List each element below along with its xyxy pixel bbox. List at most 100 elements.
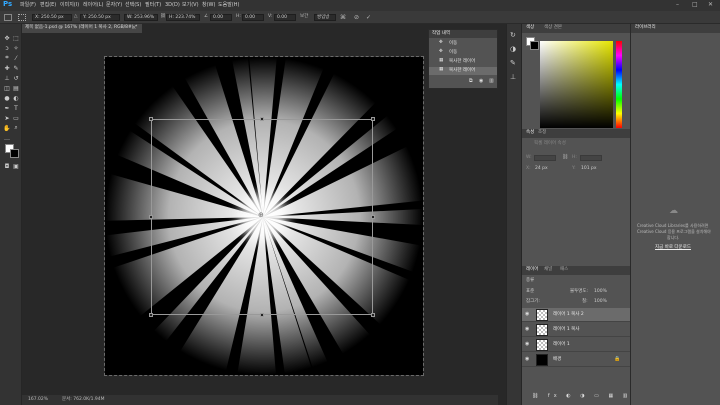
- transform-handle[interactable]: [260, 117, 264, 121]
- tab-adjustments[interactable]: 조정: [538, 130, 546, 136]
- history-item[interactable]: ▦ 복사한 레이어: [429, 58, 497, 66]
- y-field[interactable]: Y: 250.50 px: [80, 14, 120, 21]
- cancel-icon[interactable]: ⊘: [354, 15, 359, 21]
- menu-filter[interactable]: 필터(T): [145, 3, 161, 8]
- history-panel-icon[interactable]: ↻: [510, 32, 516, 39]
- history-item-selected[interactable]: ▦ 복사한 레이어: [429, 67, 497, 75]
- visibility-eye-icon[interactable]: ◉: [525, 357, 529, 362]
- visibility-eye-icon[interactable]: ◉: [525, 312, 529, 317]
- new-document-icon[interactable]: ⧉: [469, 79, 473, 84]
- layer-row[interactable]: ◉ 레이어 1: [522, 338, 630, 352]
- menu-help[interactable]: 도움말(H): [218, 3, 239, 8]
- healing-tool-icon[interactable]: ✚: [3, 64, 11, 72]
- delta-icon[interactable]: △: [74, 14, 77, 20]
- background-color-swatch[interactable]: [10, 149, 19, 158]
- x-input[interactable]: 24 px: [534, 166, 556, 172]
- history-brush-icon[interactable]: ↺: [12, 74, 20, 82]
- background-color-chip[interactable]: [530, 41, 539, 50]
- width-field[interactable]: W: 253.96%: [124, 14, 158, 21]
- transform-handle[interactable]: [371, 313, 375, 317]
- x-field[interactable]: X: 250.50 px: [32, 14, 72, 21]
- layer-row[interactable]: ◉ 배경 🔒: [522, 353, 630, 367]
- visibility-eye-icon[interactable]: ◉: [525, 327, 529, 332]
- history-item[interactable]: ✥ 이동: [429, 40, 497, 48]
- commit-icon[interactable]: ✓: [366, 15, 371, 21]
- hue-slider[interactable]: [616, 41, 622, 128]
- history-item[interactable]: ✥ 이동: [429, 49, 497, 57]
- snapshot-icon[interactable]: ◉: [479, 79, 483, 84]
- menu-3d[interactable]: 3D(D): [165, 3, 180, 8]
- link-icon[interactable]: ⛓: [562, 155, 568, 160]
- transform-icon[interactable]: [4, 14, 12, 21]
- menu-window[interactable]: 창(W): [202, 3, 215, 8]
- menu-file[interactable]: 파일(F): [20, 3, 36, 8]
- screen-mode-icon[interactable]: ▣: [12, 162, 20, 170]
- transform-handle[interactable]: [149, 313, 153, 317]
- v-skew-field[interactable]: 0.00: [274, 14, 296, 21]
- interpolation-select[interactable]: 쌍입방: [314, 14, 336, 21]
- warp-icon[interactable]: ⌘: [340, 15, 346, 21]
- shape-tool-icon[interactable]: ▭: [12, 114, 20, 122]
- lasso-tool-icon[interactable]: ↄ: [3, 44, 11, 52]
- tab-swatches[interactable]: 색상 견본: [544, 25, 562, 31]
- transform-handle[interactable]: [371, 117, 375, 121]
- y-input[interactable]: 101 px: [580, 166, 602, 172]
- type-tool-icon[interactable]: T: [12, 104, 20, 112]
- marquee-tool-icon[interactable]: ⬚: [12, 34, 20, 42]
- menu-image[interactable]: 이미지(I): [60, 3, 79, 8]
- opacity-field[interactable]: 100%: [594, 289, 607, 295]
- tab-color[interactable]: 색상: [526, 25, 534, 31]
- move-tool-icon[interactable]: ✥: [3, 34, 11, 42]
- tab-libraries[interactable]: 라이브러리: [635, 25, 656, 31]
- document-info[interactable]: 문서: 762.0K/1.94M: [62, 397, 104, 403]
- crop-tool-icon[interactable]: ⌗: [3, 54, 11, 62]
- magic-wand-icon[interactable]: ✧: [12, 44, 20, 52]
- download-link[interactable]: 지금 바로 다운로드: [655, 245, 691, 251]
- tab-properties[interactable]: 속성: [526, 130, 534, 136]
- angle-field[interactable]: 0.00: [210, 14, 232, 21]
- h-skew-field[interactable]: 0.00: [242, 14, 264, 21]
- menu-view[interactable]: 보기(V): [182, 3, 199, 8]
- blur-tool-icon[interactable]: ●: [3, 94, 11, 102]
- tab-channels[interactable]: 채널: [544, 267, 552, 273]
- menu-edit[interactable]: 편집(E): [40, 3, 56, 8]
- layer-row[interactable]: ◉ 레이어 1 복사 2: [522, 308, 630, 322]
- pen-tool-icon[interactable]: ✒: [3, 104, 11, 112]
- layers-footer-icons[interactable]: ⛓ fx ◐ ◑ ▭ ▦ ▥: [532, 394, 632, 399]
- pivot-point-icon[interactable]: ⊕: [258, 212, 264, 219]
- menu-type[interactable]: 문자(Y): [106, 3, 122, 8]
- brush-tool-icon[interactable]: ✎: [12, 64, 20, 72]
- zoom-level[interactable]: 167.02%: [28, 397, 48, 403]
- layer-filter-kind[interactable]: 종류: [526, 278, 534, 284]
- zoom-tool-icon[interactable]: ⌕: [12, 124, 20, 132]
- blend-mode-select[interactable]: 표준: [526, 289, 534, 295]
- color-panel-icon[interactable]: ◑: [510, 46, 516, 53]
- clone-panel-icon[interactable]: ⊥: [510, 74, 516, 81]
- tab-layers[interactable]: 레이어: [526, 267, 538, 273]
- path-select-icon[interactable]: ➤: [3, 114, 11, 122]
- transform-handle[interactable]: [260, 313, 264, 317]
- width-input[interactable]: [534, 155, 556, 161]
- brush-panel-icon[interactable]: ✎: [510, 60, 516, 67]
- color-field[interactable]: [540, 41, 613, 128]
- maximize-icon[interactable]: □: [692, 2, 698, 8]
- eraser-tool-icon[interactable]: ◫: [3, 84, 11, 92]
- document-tab[interactable]: 제목 없음-1.psd @ 167% (레이어 1 복사 2, RGB/8#) …: [22, 24, 142, 33]
- height-input[interactable]: [580, 155, 602, 161]
- trash-icon[interactable]: ▥: [489, 79, 494, 84]
- height-field[interactable]: H: 223.74%: [166, 14, 200, 21]
- eyedropper-icon[interactable]: ⁄: [12, 54, 20, 62]
- transform-handle[interactable]: [149, 117, 153, 121]
- minimize-icon[interactable]: –: [676, 2, 679, 8]
- menu-layer[interactable]: 레이어(L): [83, 3, 104, 8]
- dodge-tool-icon[interactable]: ◐: [12, 94, 20, 102]
- menu-select[interactable]: 선택(S): [125, 3, 141, 8]
- tab-close-icon[interactable]: ×: [132, 25, 136, 31]
- reference-point-icon[interactable]: [18, 14, 26, 21]
- document-canvas[interactable]: ⊕: [63, 17, 463, 405]
- transform-handle[interactable]: [149, 215, 153, 219]
- visibility-eye-icon[interactable]: ◉: [525, 342, 529, 347]
- more-tools-icon[interactable]: …: [3, 134, 11, 142]
- gradient-tool-icon[interactable]: ▤: [12, 84, 20, 92]
- fill-field[interactable]: 100%: [594, 299, 607, 305]
